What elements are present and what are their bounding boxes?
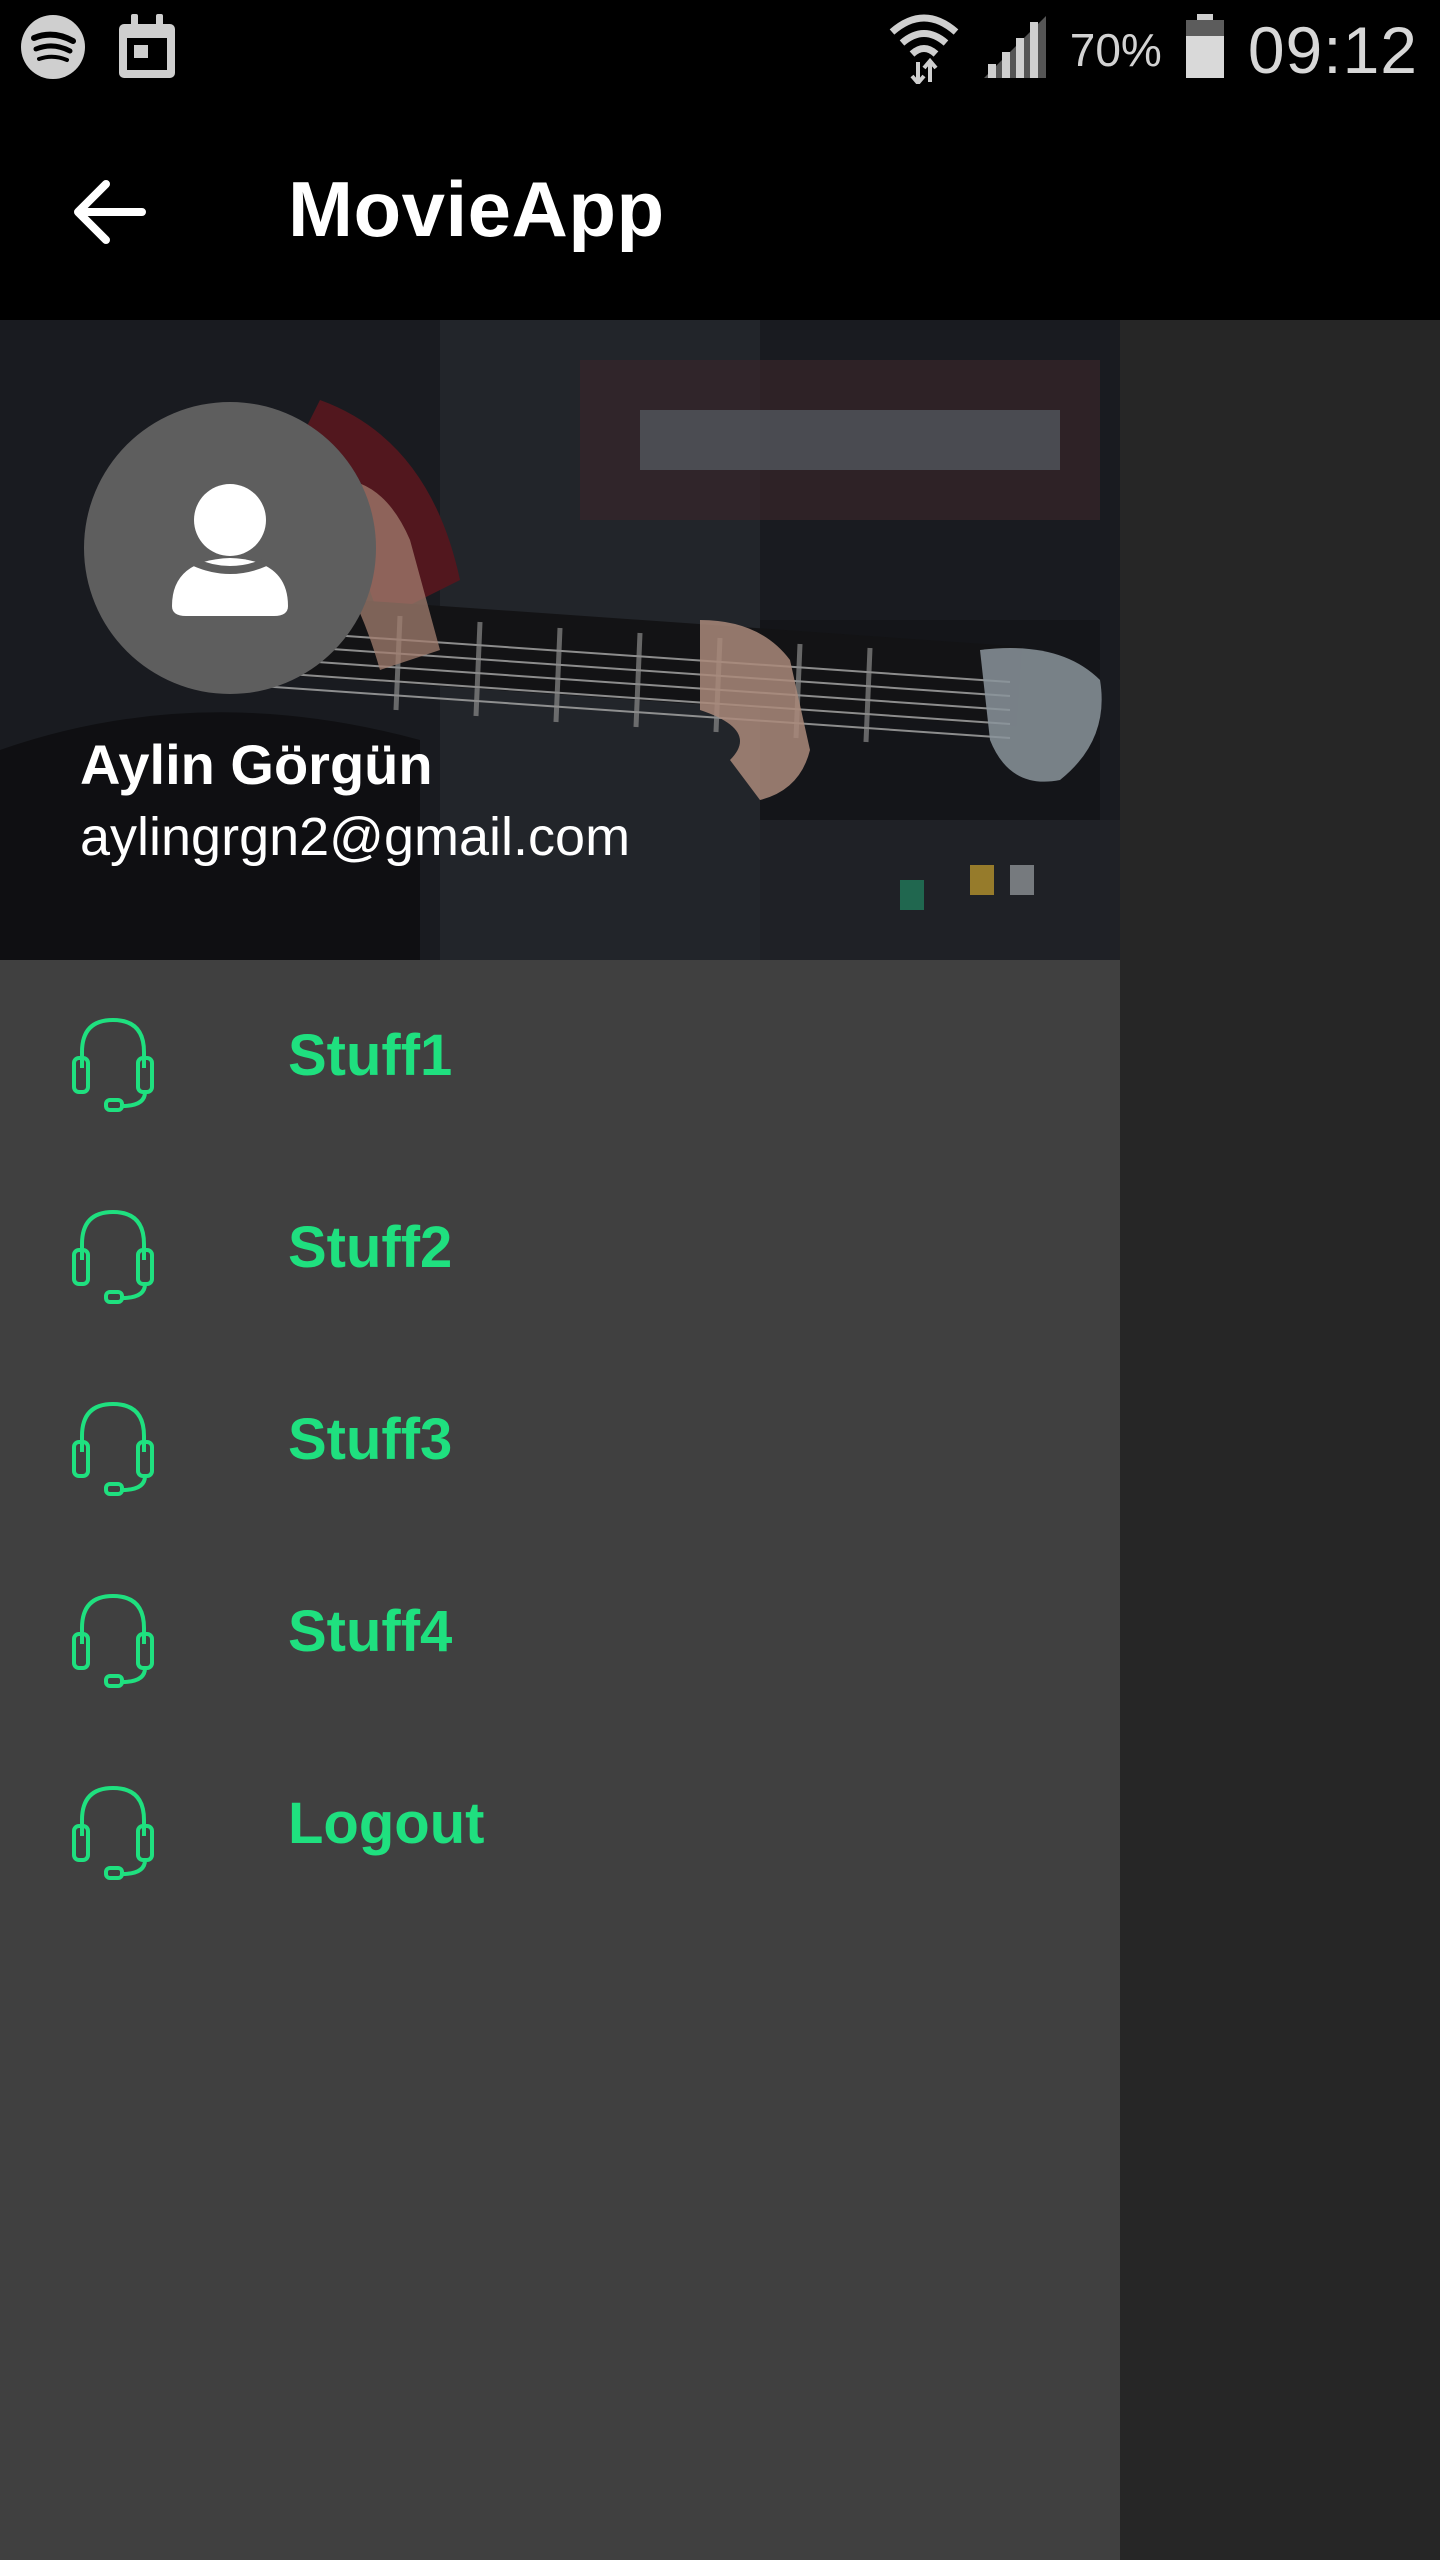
- spotify-icon: [20, 14, 86, 85]
- status-clock: 09:12: [1247, 12, 1418, 87]
- drawer-item-label: Stuff1: [288, 1023, 453, 1088]
- wifi-icon: [888, 10, 960, 89]
- status-bar: 70% 09:12: [0, 0, 1440, 100]
- user-name: Aylin Görgün: [80, 733, 433, 796]
- drawer-item-label: Stuff2: [288, 1215, 453, 1280]
- arrow-back-icon: [74, 180, 146, 244]
- avatar[interactable]: [84, 402, 376, 694]
- drawer-item-logout[interactable]: Logout: [0, 1728, 1120, 1920]
- headset-icon: [70, 1588, 156, 1688]
- person-icon: [172, 484, 288, 616]
- drawer-item-stuff2[interactable]: Stuff2: [0, 1152, 1120, 1344]
- drawer-header: Aylin Görgün aylingrgn2@gmail.com: [0, 320, 1120, 960]
- content-scrim[interactable]: [1120, 320, 1440, 2560]
- drawer-item-stuff4[interactable]: Stuff4: [0, 1536, 1120, 1728]
- calendar-icon: [116, 14, 178, 85]
- battery-percent: 70%: [1069, 23, 1162, 76]
- back-button[interactable]: [70, 172, 150, 252]
- headset-icon: [70, 1780, 156, 1880]
- drawer-menu: Stuff1 Stuff2 Stuff3 Stuff4 Logout: [0, 960, 1120, 1920]
- battery-icon: [1184, 14, 1226, 85]
- drawer-item-label: Stuff3: [288, 1407, 453, 1472]
- user-email: aylingrgn2@gmail.com: [80, 807, 631, 867]
- drawer-item-stuff1[interactable]: Stuff1: [0, 960, 1120, 1152]
- signal-icon: [982, 14, 1048, 85]
- screen: 70% 09:12 MovieApp Aylin Görgün aylingrg…: [0, 0, 1440, 2560]
- headset-icon: [70, 1396, 156, 1496]
- drawer-item-label: Stuff4: [288, 1599, 453, 1664]
- app-bar: MovieApp: [0, 100, 1440, 320]
- drawer-item-label: Logout: [288, 1791, 485, 1856]
- drawer-item-stuff3[interactable]: Stuff3: [0, 1344, 1120, 1536]
- navigation-drawer: Aylin Görgün aylingrgn2@gmail.com Stuff1…: [0, 320, 1120, 2560]
- headset-icon: [70, 1012, 156, 1112]
- app-title: MovieApp: [288, 165, 665, 253]
- headset-icon: [70, 1204, 156, 1304]
